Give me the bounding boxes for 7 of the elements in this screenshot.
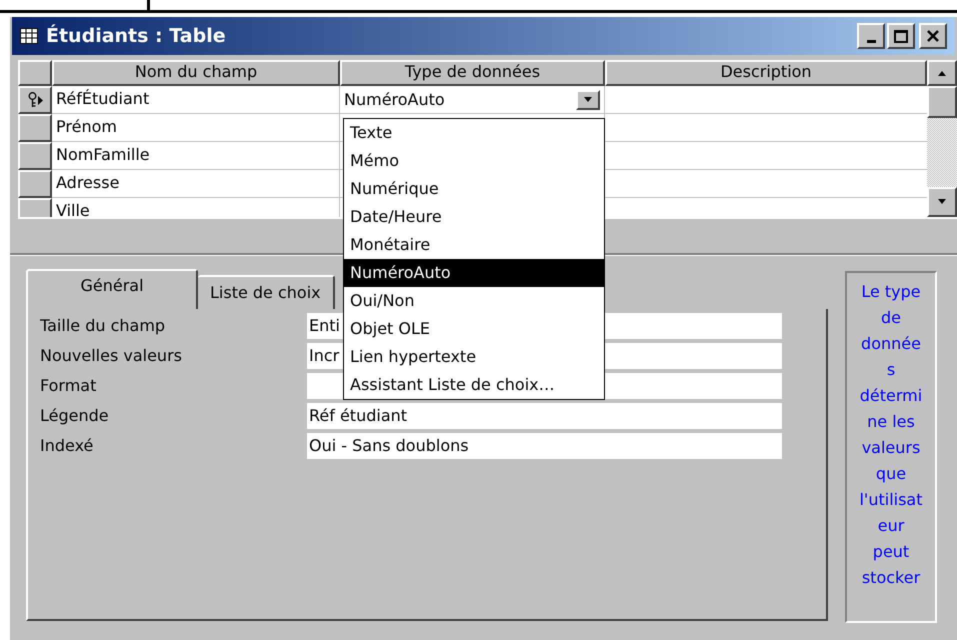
property-label: Taille du champ <box>40 315 166 337</box>
property-label: Indexé <box>40 435 94 457</box>
property-label: Nouvelles valeurs <box>40 345 183 367</box>
help-box: Le type de données détermine les valeurs que l'utilisateur peut stocker <box>845 271 937 623</box>
property-label: Légende <box>40 405 110 427</box>
property-label: Format <box>40 375 98 397</box>
window-title: Étudiants : Table <box>46 23 226 49</box>
